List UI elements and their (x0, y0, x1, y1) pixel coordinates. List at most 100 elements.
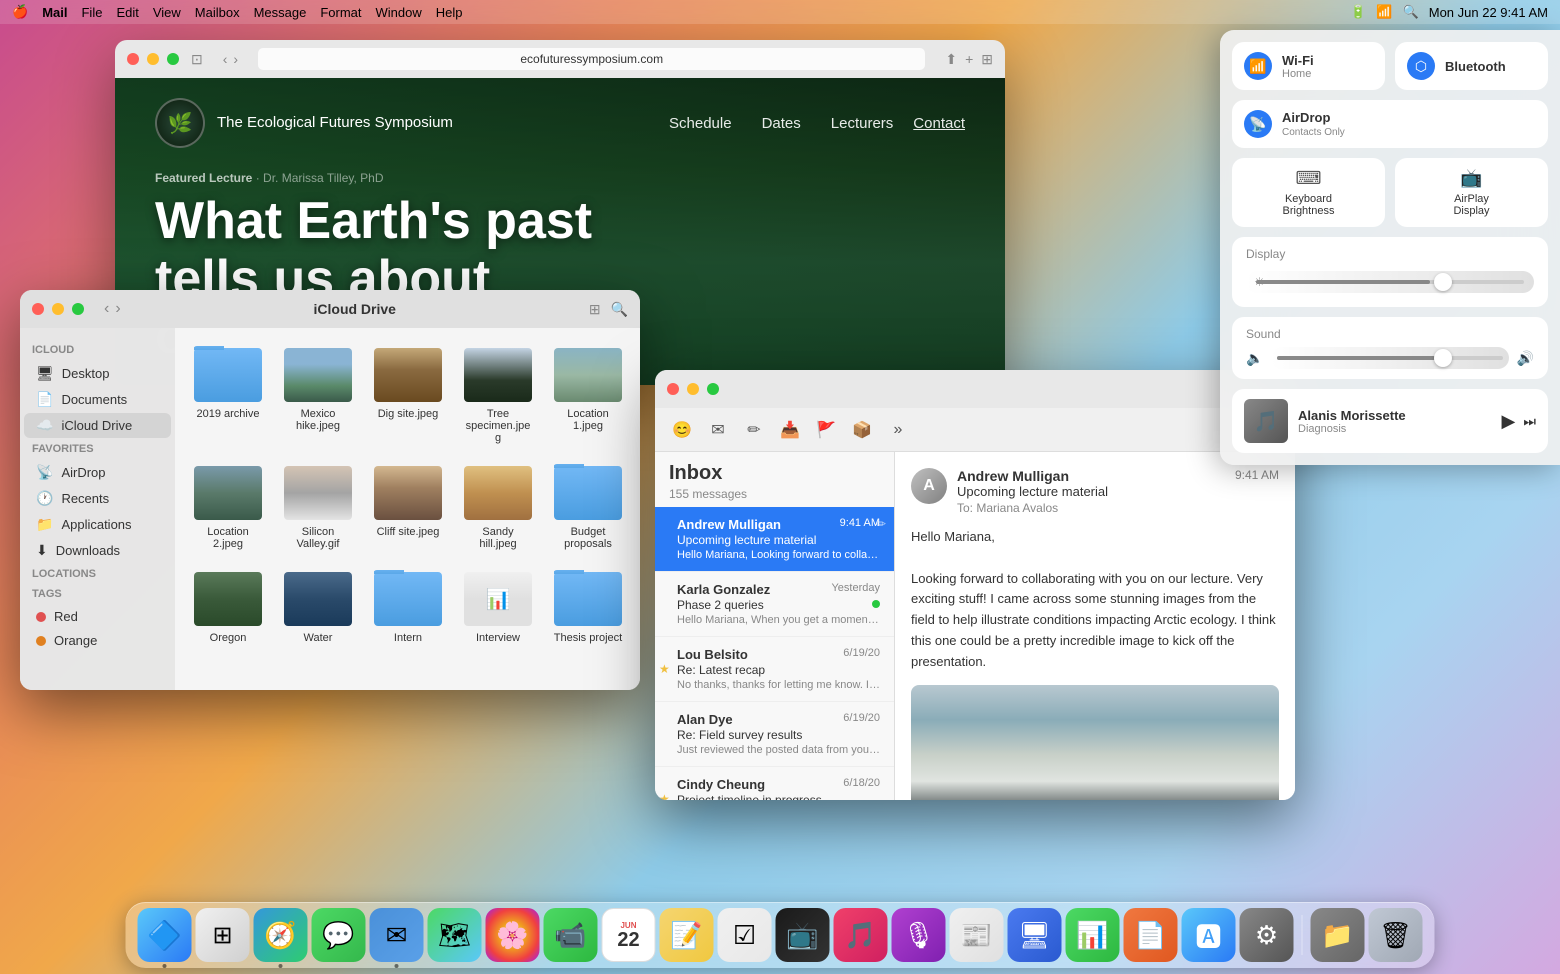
menu-help[interactable]: Help (436, 5, 463, 20)
dock-item-photos[interactable]: 🌸 (486, 908, 540, 962)
finder-forward-button[interactable]: › (115, 300, 120, 318)
finder-item-budget[interactable]: Budget proposals (547, 458, 629, 556)
dock-item-keynote[interactable]: 🖥 (1008, 908, 1062, 962)
dock-item-finder[interactable]: 🔷 (138, 908, 192, 962)
sidebar-item-airdrop[interactable]: 📡 AirDrop (24, 460, 171, 485)
finder-fullscreen-button[interactable] (72, 303, 84, 315)
url-bar[interactable]: ecofuturessymposium.com (258, 48, 925, 70)
sidebar-item-documents[interactable]: 📄 Documents (24, 387, 171, 412)
cc-airplay-tile[interactable]: 📺 AirPlayDisplay (1395, 158, 1548, 227)
dock-item-facetime[interactable]: 📹 (544, 908, 598, 962)
finder-item-sandy[interactable]: Sandy hill.jpeg (457, 458, 539, 556)
cc-wifi-tile[interactable]: 📶 Wi-Fi Home (1232, 42, 1385, 90)
apple-menu[interactable]: 🍎 (12, 4, 28, 20)
dock-item-appstore[interactable]: 🅰 (1182, 908, 1236, 962)
minimize-button[interactable] (147, 53, 159, 65)
dock-item-safari[interactable]: 🧭 (254, 908, 308, 962)
dock-item-maps[interactable]: 🗺 (428, 908, 482, 962)
mail-archive-button[interactable]: 📦 (847, 415, 877, 445)
nav-schedule[interactable]: Schedule (669, 115, 732, 132)
dock-item-finder2[interactable]: 📁 (1311, 908, 1365, 962)
finder-item-2019archive[interactable]: 2019 archive (187, 340, 269, 450)
sidebar-item-tag-orange[interactable]: Orange (24, 629, 171, 652)
mail-item-karla[interactable]: Karla Gonzalez Phase 2 queries Hello Mar… (655, 572, 894, 637)
dock-item-numbers[interactable]: 📊 (1066, 908, 1120, 962)
finder-item-water[interactable]: Water (277, 564, 359, 650)
sidebar-item-icloud-drive[interactable]: ☁️ iCloud Drive (24, 413, 171, 438)
dock-item-launchpad[interactable]: ⊞ (196, 908, 250, 962)
finder-search-button[interactable]: 🔍 (611, 301, 628, 318)
nav-dates[interactable]: Dates (762, 115, 801, 132)
dock-item-music[interactable]: 🎵 (834, 908, 888, 962)
finder-item-location1[interactable]: Location 1.jpeg (547, 340, 629, 450)
menu-view[interactable]: View (153, 5, 181, 20)
sound-slider-thumb[interactable] (1434, 349, 1452, 367)
menu-file[interactable]: File (81, 5, 102, 20)
forward-button[interactable]: › (233, 51, 238, 67)
app-menu-mail[interactable]: Mail (42, 5, 67, 20)
finder-item-tree[interactable]: Tree specimen.jpeg (457, 340, 539, 450)
sidebar-toggle-icon[interactable]: ⊡ (191, 51, 203, 68)
dock-item-messages[interactable]: 💬 (312, 908, 366, 962)
finder-item-interview[interactable]: 📊 Interview (457, 564, 539, 650)
music-next-button[interactable]: ⏭ (1523, 413, 1536, 430)
dock-item-reminders[interactable]: ☑ (718, 908, 772, 962)
sidebar-item-tag-red[interactable]: Red (24, 605, 171, 628)
nav-lecturers[interactable]: Lecturers (831, 115, 894, 132)
fullscreen-button[interactable] (167, 53, 179, 65)
share-button[interactable]: ⬆ (945, 51, 957, 68)
finder-back-button[interactable]: ‹ (104, 300, 109, 318)
mail-compose-button[interactable]: ✉ (703, 415, 733, 445)
menu-window[interactable]: Window (376, 5, 422, 20)
sidebar-item-recents[interactable]: 🕐 Recents (24, 486, 171, 511)
dock-item-appletv[interactable]: 📺 (776, 908, 830, 962)
dock-item-trash[interactable]: 🗑 (1369, 908, 1423, 962)
sidebar-item-desktop[interactable]: 🖥 Desktop (24, 361, 171, 386)
back-button[interactable]: ‹ (223, 51, 228, 67)
menu-edit[interactable]: Edit (116, 5, 138, 20)
menu-message[interactable]: Message (254, 5, 307, 20)
sidebar-item-applications[interactable]: 📁 Applications (24, 512, 171, 537)
dock-item-pages[interactable]: 📄 (1124, 908, 1178, 962)
dock-item-notes[interactable]: 📝 (660, 908, 714, 962)
finder-item-location2[interactable]: Location 2.jpeg (187, 458, 269, 556)
add-tab-button[interactable]: + (965, 51, 973, 68)
cc-airdrop-tile[interactable]: 📡 AirDrop Contacts Only (1232, 100, 1548, 148)
finder-item-thesis[interactable]: Thesis project (547, 564, 629, 650)
finder-item-mexico[interactable]: Mexico hike.jpeg (277, 340, 359, 450)
dock-item-sysprefs[interactable]: ⚙ (1240, 908, 1294, 962)
finder-switch-view-button[interactable]: ⊞ (589, 301, 601, 318)
mail-compose-emoji-button[interactable]: 😊 (667, 415, 697, 445)
mail-reply-button[interactable]: ✏ (739, 415, 769, 445)
dock-item-news[interactable]: 📰 (950, 908, 1004, 962)
search-icon[interactable]: 🔍 (1403, 4, 1419, 20)
sidebar-item-downloads[interactable]: ⬇ Downloads (24, 538, 171, 563)
mail-minimize-button[interactable] (687, 383, 699, 395)
cc-keyboard-brightness-tile[interactable]: ⌨ KeyboardBrightness (1232, 158, 1385, 227)
finder-item-digsite[interactable]: Dig site.jpeg (367, 340, 449, 450)
display-slider-thumb[interactable] (1434, 273, 1452, 291)
mail-more-button[interactable]: » (883, 415, 913, 445)
mail-item-lou[interactable]: ★ Lou Belsito Re: Latest recap No thanks… (655, 637, 894, 702)
finder-minimize-button[interactable] (52, 303, 64, 315)
finder-item-oregon[interactable]: Oregon (187, 564, 269, 650)
finder-item-silicon[interactable]: Silicon Valley.gif (277, 458, 359, 556)
mail-fullscreen-button[interactable] (707, 383, 719, 395)
finder-item-intern[interactable]: Intern (367, 564, 449, 650)
mail-flag-button[interactable]: 🚩 (811, 415, 841, 445)
nav-contact[interactable]: Contact (913, 115, 965, 132)
dock-item-mail[interactable]: ✉ (370, 908, 424, 962)
menu-mailbox[interactable]: Mailbox (195, 5, 240, 20)
reading-list-button[interactable]: ⊞ (981, 51, 993, 68)
dock-item-podcasts[interactable]: 🎙 (892, 908, 946, 962)
dock-item-calendar[interactable]: JUN 22 (602, 908, 656, 962)
mail-move-button[interactable]: 📥 (775, 415, 805, 445)
finder-close-button[interactable] (32, 303, 44, 315)
menu-format[interactable]: Format (320, 5, 361, 20)
finder-item-cliff[interactable]: Cliff site.jpeg (367, 458, 449, 556)
music-play-button[interactable]: ▶ (1502, 411, 1516, 432)
mail-close-button[interactable] (667, 383, 679, 395)
mail-item-cindy[interactable]: ★ Cindy Cheung Project timeline in progr… (655, 767, 894, 800)
cc-bluetooth-tile[interactable]: ⬡ Bluetooth (1395, 42, 1548, 90)
mail-item-alan[interactable]: Alan Dye Re: Field survey results Just r… (655, 702, 894, 767)
